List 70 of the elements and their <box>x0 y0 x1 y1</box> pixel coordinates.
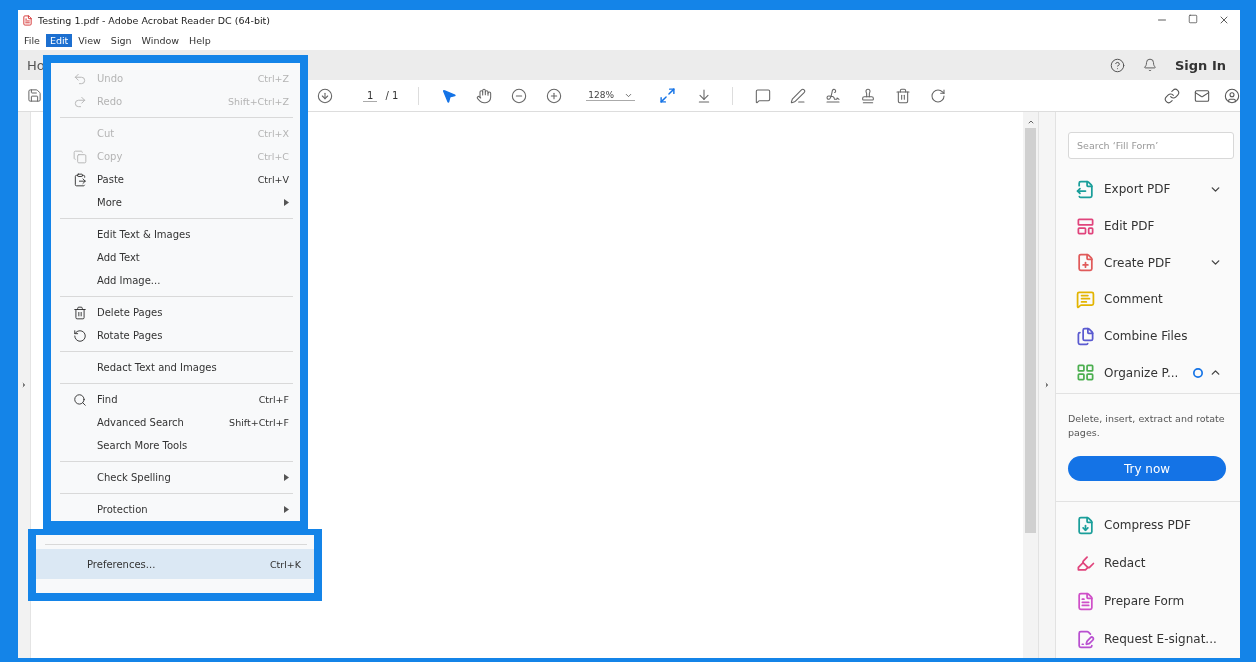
sign-in-link[interactable]: Sign In <box>1175 57 1226 73</box>
mail-icon[interactable] <box>1194 87 1210 104</box>
menu-bar-item[interactable]: Window <box>137 33 184 47</box>
tool-item[interactable]: Comment <box>1056 281 1240 318</box>
menu-item[interactable]: Redact Text and Images <box>51 356 300 379</box>
scroll-up-icon[interactable] <box>1026 118 1035 126</box>
menu-item[interactable]: Add Text <box>51 246 300 269</box>
tool-item[interactable]: Combine Files <box>1056 317 1240 355</box>
user-icon[interactable] <box>1224 87 1240 104</box>
scrollbar[interactable] <box>1023 112 1038 658</box>
page-number-field[interactable]: 1 <box>363 89 378 102</box>
window-title: Testing 1.pdf - Adobe Acrobat Reader DC (64-bit) <box>38 14 271 26</box>
menu-item[interactable]: Search More Tools <box>51 434 300 457</box>
zoom-dropdown[interactable]: 128% <box>586 90 636 101</box>
hand-icon[interactable] <box>476 87 493 104</box>
menu-item[interactable]: Find Ctrl+F <box>51 388 300 411</box>
tool-item[interactable]: Organize P... <box>1056 354 1240 391</box>
menu-bar-item[interactable]: Edit <box>45 33 73 47</box>
copy-icon <box>73 149 87 164</box>
expand-arrow-icon[interactable] <box>20 381 28 389</box>
comment-icon[interactable] <box>755 87 772 104</box>
zoom-in-icon[interactable] <box>546 87 563 104</box>
pen-icon[interactable] <box>790 87 807 104</box>
menu-item[interactable]: Add Image... <box>51 269 300 292</box>
tool-item[interactable]: Redact <box>1056 544 1240 582</box>
menu-item[interactable]: Paste Ctrl+V <box>51 168 300 191</box>
link-icon[interactable] <box>1164 87 1180 104</box>
tool-item[interactable]: Edit PDF <box>1056 207 1240 245</box>
tool-item[interactable]: Request E-signat... <box>1056 620 1240 658</box>
download-icon[interactable] <box>317 87 333 104</box>
menu-bar-item[interactable]: View <box>74 33 105 47</box>
rotate-icon[interactable] <box>930 87 947 104</box>
pdf-file-icon <box>22 14 33 26</box>
menu-item[interactable]: Check Spelling <box>51 466 300 489</box>
fit-page-icon[interactable] <box>659 87 677 104</box>
redo-icon <box>73 94 87 109</box>
menu-bar-item[interactable]: Sign <box>106 33 136 47</box>
search-field[interactable]: Search ‘Fill Form’ <box>1068 132 1234 160</box>
trash-icon[interactable] <box>895 87 912 104</box>
menu-item[interactable]: Delete Pages <box>51 301 300 324</box>
undo-icon <box>73 71 87 86</box>
zoom-out-icon[interactable] <box>511 87 528 104</box>
maximize-button[interactable] <box>1188 14 1198 24</box>
try-now-button[interactable]: Try now <box>1068 456 1226 481</box>
tool-item[interactable]: Create PDF <box>1056 244 1240 282</box>
tool-item[interactable]: Export PDF <box>1056 171 1240 208</box>
stamp-icon[interactable] <box>860 87 877 104</box>
tool-description: Delete, insert, extract and rotate pages. <box>1068 412 1226 440</box>
help-icon[interactable] <box>1110 57 1125 73</box>
expand-arrow-icon[interactable] <box>1043 381 1051 389</box>
menu-item[interactable]: Advanced Search Shift+Ctrl+F <box>51 411 300 434</box>
trash-icon <box>73 305 87 320</box>
rotate-icon <box>73 328 87 343</box>
save-icon[interactable] <box>27 88 42 103</box>
menu-item[interactable]: Rotate Pages <box>51 324 300 347</box>
tool-item[interactable]: Compress PDF <box>1056 506 1240 544</box>
menu-item[interactable]: More <box>51 191 300 214</box>
paste-icon <box>73 172 87 187</box>
tool-item[interactable]: Prepare Form <box>1056 582 1240 620</box>
search-icon <box>73 392 87 407</box>
menu-item[interactable]: Protection <box>51 498 300 521</box>
menu-bar-item[interactable]: Help <box>185 33 215 47</box>
menu-bar-item[interactable]: File <box>20 33 44 47</box>
signature-icon[interactable] <box>825 87 842 104</box>
menu-item[interactable]: Preferences... Ctrl+K <box>36 549 314 579</box>
close-button[interactable] <box>1218 14 1230 26</box>
bell-icon[interactable] <box>1143 58 1157 72</box>
menu-item[interactable]: Edit Text & Images <box>51 223 300 246</box>
pointer-icon[interactable] <box>441 87 458 104</box>
page-total: / 1 <box>385 90 399 101</box>
